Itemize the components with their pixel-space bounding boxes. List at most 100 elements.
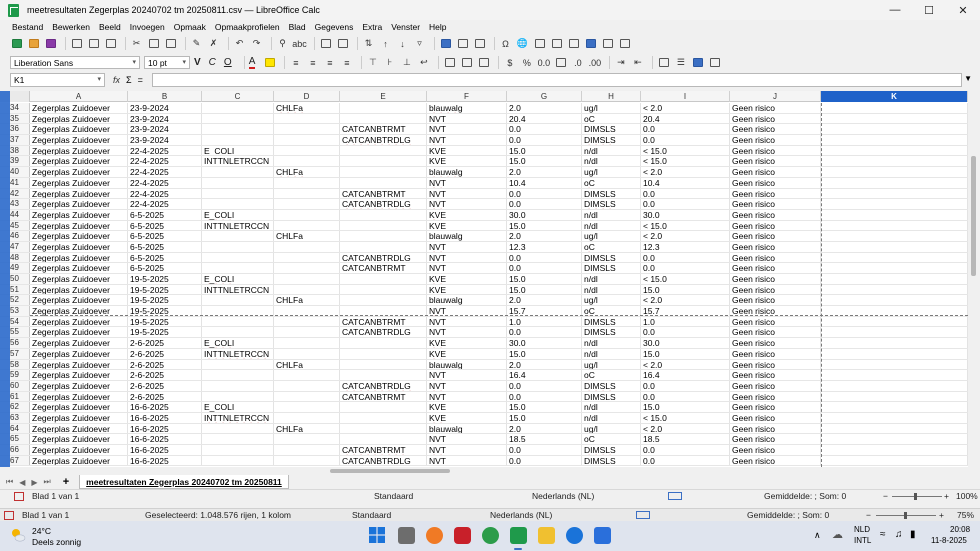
- paste-icon[interactable]: [164, 37, 177, 50]
- cell-c[interactable]: INTTNLETRCCN: [202, 348, 274, 359]
- cell-d[interactable]: CHLFa: [274, 423, 340, 434]
- start-windows-icon[interactable]: [369, 527, 385, 543]
- define-print-area-icon[interactable]: [567, 37, 580, 50]
- cell-d[interactable]: [274, 274, 340, 284]
- cell-f[interactable]: NVT: [427, 455, 507, 466]
- cell-d[interactable]: [274, 402, 340, 412]
- cell-i[interactable]: < 15.0: [641, 220, 730, 231]
- cell-i[interactable]: 0.0: [641, 124, 730, 135]
- cell-g[interactable]: 15.0: [507, 402, 582, 412]
- cell-i[interactable]: 0.0: [641, 327, 730, 338]
- cell-b[interactable]: 6-5-2025: [128, 241, 202, 252]
- cell-h[interactable]: n/dl: [582, 209, 641, 220]
- cell-e[interactable]: CATCANBTRMT: [340, 316, 427, 327]
- zoom-in-button[interactable]: +: [944, 491, 949, 501]
- cell-h[interactable]: ug/l: [582, 103, 641, 113]
- italic-button[interactable]: C: [209, 57, 216, 68]
- cell-i[interactable]: 0.0: [641, 455, 730, 466]
- cell-f[interactable]: blauwalg: [427, 167, 507, 177]
- clock-time[interactable]: 20:08: [950, 525, 970, 534]
- cell-c[interactable]: [202, 263, 274, 273]
- cell-f[interactable]: NVT: [427, 391, 507, 402]
- cell-b[interactable]: 2-6-2025: [128, 338, 202, 348]
- cell-b[interactable]: 22-4-2025: [128, 188, 202, 199]
- cell-g[interactable]: 0.0: [507, 455, 582, 466]
- cell-c[interactable]: [202, 423, 274, 434]
- wifi-icon[interactable]: ≈: [880, 529, 886, 540]
- show-draw-functions-icon[interactable]: [618, 37, 631, 50]
- add-sheet-button[interactable]: +: [63, 476, 69, 488]
- cell-k[interactable]: [821, 284, 968, 295]
- font-size-box[interactable]: 10 pt: [144, 56, 190, 69]
- cell-c[interactable]: [202, 188, 274, 199]
- cell-d[interactable]: [274, 445, 340, 455]
- clone-formatting-icon[interactable]: ✎: [190, 37, 203, 50]
- increase-indent-icon[interactable]: ⇥: [614, 56, 627, 69]
- cell-h[interactable]: DIMSLS: [582, 252, 641, 263]
- headers-footers-icon[interactable]: [550, 37, 563, 50]
- cell-g[interactable]: 15.0: [507, 145, 582, 156]
- cell-k[interactable]: [821, 391, 968, 402]
- export-pdf-icon[interactable]: [70, 37, 83, 50]
- cell-e[interactable]: [340, 284, 427, 295]
- cell-j[interactable]: Geen risico: [730, 199, 821, 209]
- cell-b[interactable]: 19-5-2025: [128, 284, 202, 295]
- cell-a[interactable]: Zegerplas Zuidoever: [30, 338, 128, 348]
- cell-j[interactable]: Geen risico: [730, 295, 821, 306]
- cell-d[interactable]: [274, 188, 340, 199]
- cell-c[interactable]: E_COLI: [202, 145, 274, 156]
- cell-a[interactable]: Zegerplas Zuidoever: [30, 167, 128, 177]
- cell-g[interactable]: 30.0: [507, 338, 582, 348]
- sheet-tab-active[interactable]: meetresultaten Zegerplas 20240702 tm 202…: [79, 475, 289, 489]
- volume-icon[interactable]: ♫: [895, 529, 903, 540]
- cell-e[interactable]: CATCANBTRMT: [340, 188, 427, 199]
- cell-a[interactable]: Zegerplas Zuidoever: [30, 402, 128, 412]
- cell-i[interactable]: 0.0: [641, 380, 730, 391]
- cell-f[interactable]: KVE: [427, 220, 507, 231]
- cell-g[interactable]: 0.0: [507, 124, 582, 135]
- cell-d[interactable]: CHLFa: [274, 103, 340, 113]
- cell-a[interactable]: Zegerplas Zuidoever: [30, 199, 128, 209]
- cell-g[interactable]: 30.0: [507, 209, 582, 220]
- cell-e[interactable]: CATCANBTRDLG: [340, 135, 427, 145]
- clock-date[interactable]: 11-8-2025: [931, 536, 967, 545]
- cell-d[interactable]: [274, 135, 340, 145]
- cell-e[interactable]: [340, 167, 427, 177]
- cell-c[interactable]: E_COLI: [202, 274, 274, 284]
- cell-e[interactable]: [340, 295, 427, 306]
- sum-button[interactable]: Σ: [126, 75, 132, 85]
- cell-c[interactable]: E_COLI: [202, 402, 274, 412]
- cell-k[interactable]: [821, 316, 968, 327]
- cell-b[interactable]: 22-4-2025: [128, 145, 202, 156]
- cell-j[interactable]: Geen risico: [730, 434, 821, 444]
- cell-c[interactable]: INTTNLETRCCN: [202, 284, 274, 295]
- cell-e[interactable]: [340, 241, 427, 252]
- menu-bewerken[interactable]: Bewerken: [52, 22, 90, 32]
- cell-c[interactable]: INTTNLETRCCN: [202, 156, 274, 167]
- cell-k[interactable]: [821, 209, 968, 220]
- pdf-reader-icon[interactable]: [454, 527, 471, 544]
- cell-k[interactable]: [821, 252, 968, 263]
- cell-h[interactable]: n/dl: [582, 412, 641, 423]
- first-sheet-button[interactable]: ⏮: [6, 477, 13, 487]
- cell-a[interactable]: Zegerplas Zuidoever: [30, 103, 128, 113]
- insert-pivot-table-icon[interactable]: [473, 37, 486, 50]
- cell-d[interactable]: [274, 370, 340, 380]
- column-header-i[interactable]: I: [641, 91, 730, 102]
- cell-b[interactable]: 16-6-2025: [128, 455, 202, 466]
- find-replace-icon[interactable]: ⚲: [276, 37, 289, 50]
- hyperlink-icon[interactable]: 🌐: [516, 37, 529, 50]
- freeze-rows-columns-icon[interactable]: [584, 37, 597, 50]
- page-style-secondary[interactable]: Standaard: [352, 510, 391, 520]
- cell-h[interactable]: DIMSLS: [582, 316, 641, 327]
- cell-k[interactable]: [821, 455, 968, 466]
- cell-k[interactable]: [821, 359, 968, 370]
- language-status-secondary[interactable]: Nederlands (NL): [490, 510, 552, 520]
- cell-f[interactable]: KVE: [427, 412, 507, 423]
- close-button[interactable]: ✕: [946, 0, 980, 20]
- align-right-icon[interactable]: ≡: [323, 56, 336, 69]
- cell-b[interactable]: 22-4-2025: [128, 167, 202, 177]
- cell-c[interactable]: [202, 241, 274, 252]
- maximize-button[interactable]: ☐: [912, 0, 946, 20]
- cell-h[interactable]: n/dl: [582, 220, 641, 231]
